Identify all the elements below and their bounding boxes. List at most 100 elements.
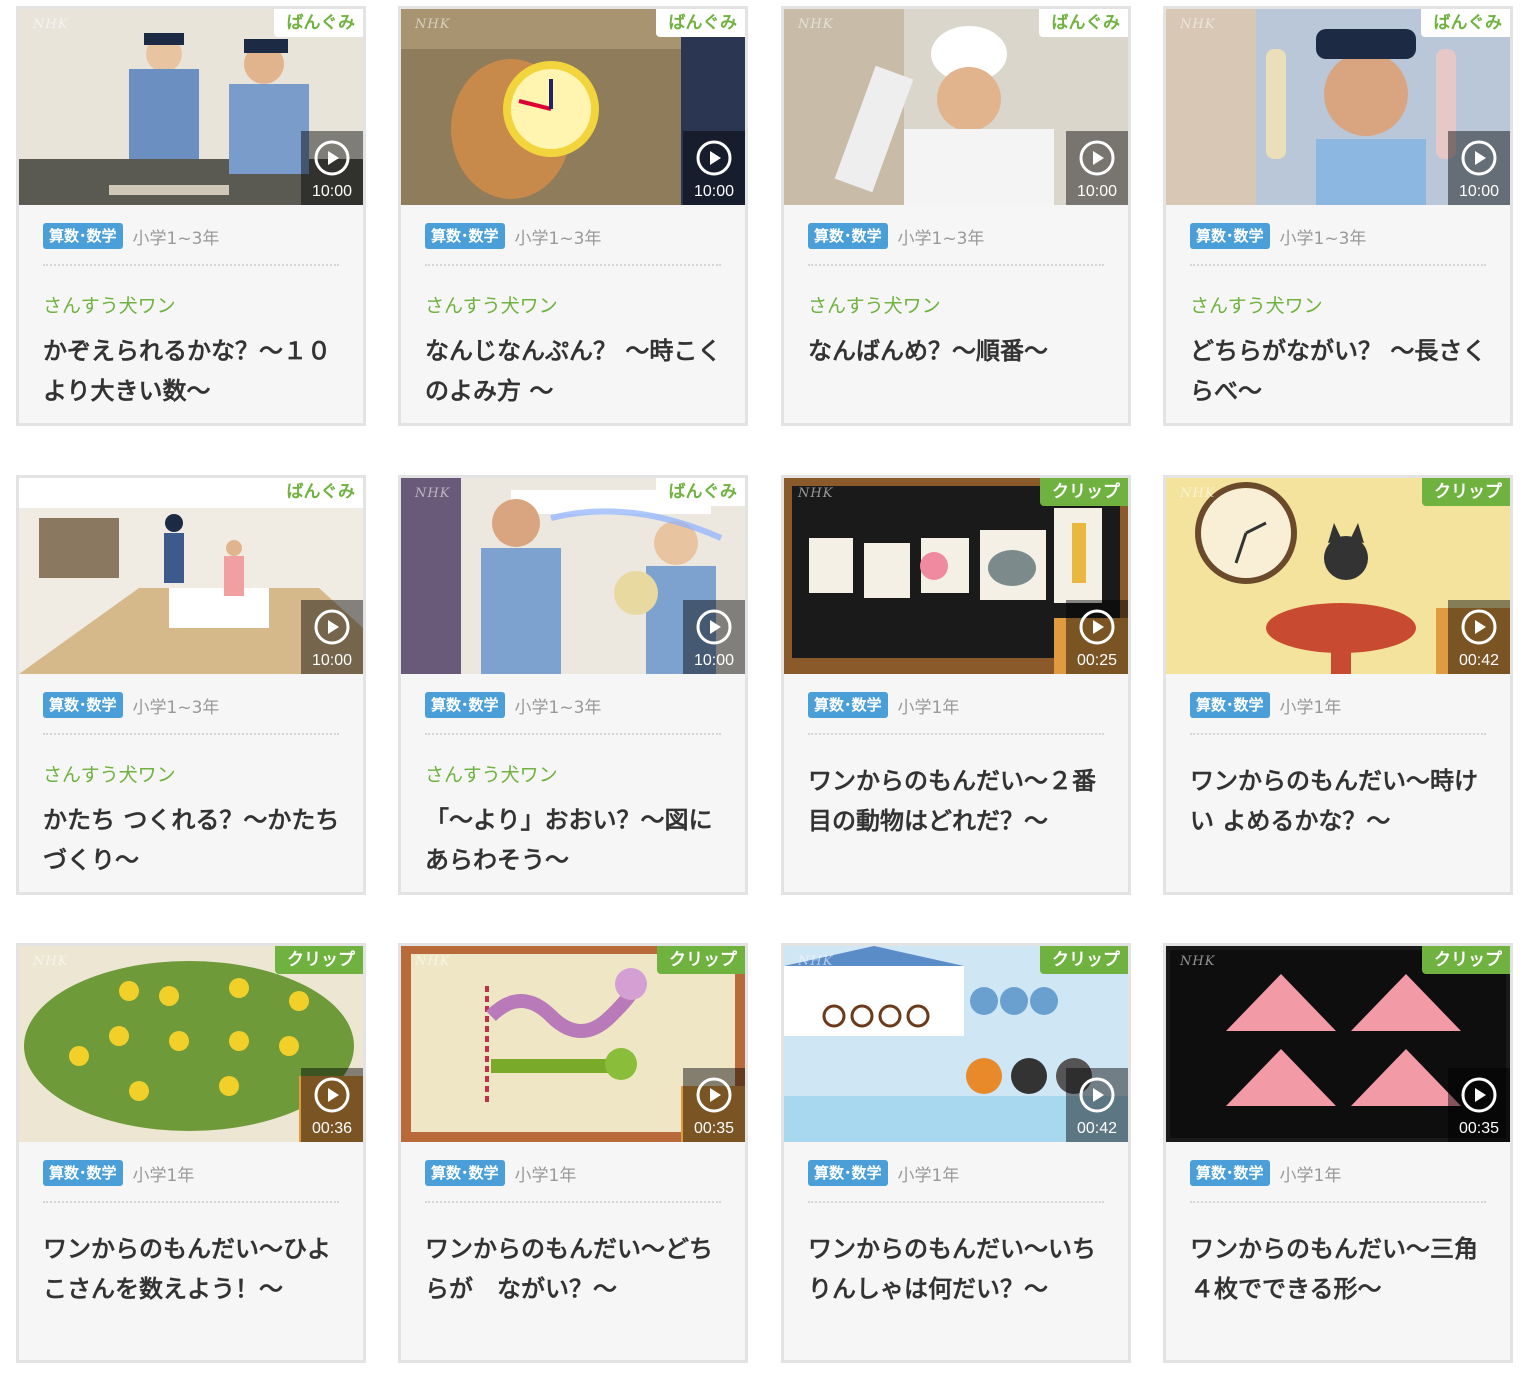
play-circle-icon	[696, 609, 732, 645]
video-card[interactable]: NHK ばんぐみ 10:00 算数･数学 小学1~3年 さんすう犬ワン なんばん…	[781, 6, 1131, 426]
video-title[interactable]: ワンからのもんだい〜時けい よめるかな？〜	[1190, 761, 1490, 841]
divider	[808, 264, 1104, 266]
video-card[interactable]: NHK クリップ 00:35 算数･数学 小学1年 ワンからのもんだい〜どちらが…	[398, 943, 748, 1363]
video-duration: 00:25	[1076, 652, 1118, 669]
series-title[interactable]: さんすう犬ワン	[43, 291, 176, 318]
grade-label: 小学1~3年	[132, 697, 220, 718]
play-circle-icon	[696, 1077, 732, 1113]
subject-tag[interactable]: 算数･数学	[425, 223, 505, 249]
video-thumbnail[interactable]: NHK ばんぐみ 10:00	[19, 9, 363, 205]
video-card[interactable]: NHK ばんぐみ 10:00 算数･数学 小学1~3年 さんすう犬ワン 「〜より…	[398, 475, 748, 895]
play-button[interactable]: 10:00	[301, 131, 363, 205]
nhk-logo: NHK	[1180, 954, 1216, 969]
grade-label: 小学1~3年	[514, 697, 602, 718]
video-thumbnail[interactable]: NHK ばんぐみ 10:00	[1166, 9, 1510, 205]
video-title[interactable]: ワンからのもんだい〜ひよこさんを数えよう！〜	[43, 1229, 343, 1309]
content-type-badge: クリップ	[657, 946, 745, 974]
video-duration: 00:35	[1458, 1120, 1500, 1137]
play-button[interactable]: 10:00	[1066, 131, 1128, 205]
video-title[interactable]: ワンからのもんだい〜三角４枚でできる形〜	[1190, 1229, 1490, 1309]
subject-tag[interactable]: 算数･数学	[1190, 223, 1270, 249]
subject-tag[interactable]: 算数･数学	[1190, 692, 1270, 718]
video-thumbnail[interactable]: NHK クリップ 00:35	[401, 946, 745, 1142]
play-button[interactable]: 10:00	[301, 600, 363, 674]
card-meta: 算数･数学 小学1年	[43, 1158, 194, 1188]
video-card[interactable]: NHK クリップ 00:25 算数･数学 小学1年 ワンからのもんだい〜２番目の…	[781, 475, 1131, 895]
play-button[interactable]: 10:00	[1448, 131, 1510, 205]
series-title[interactable]: さんすう犬ワン	[1190, 291, 1323, 318]
video-thumbnail[interactable]: NHK クリップ 00:36	[19, 946, 363, 1142]
video-title[interactable]: なんじなんぷん？ 〜時こくのよみ方 〜	[425, 331, 725, 411]
video-card[interactable]: NHK ばんぐみ 10:00 算数･数学 小学1~3年 さんすう犬ワン かぞえら…	[16, 6, 366, 426]
video-duration: 00:35	[693, 1120, 735, 1137]
nhk-logo: NHK	[33, 486, 69, 501]
video-thumbnail[interactable]: NHK ばんぐみ 10:00	[19, 478, 363, 674]
nhk-logo: NHK	[798, 486, 834, 501]
series-title[interactable]: さんすう犬ワン	[425, 291, 558, 318]
subject-tag[interactable]: 算数･数学	[425, 692, 505, 718]
play-button[interactable]: 00:42	[1066, 1068, 1128, 1142]
grade-label: 小学1年	[514, 1165, 577, 1186]
video-thumbnail[interactable]: NHK ばんぐみ 10:00	[401, 9, 745, 205]
video-thumbnail[interactable]: NHK クリップ 00:35	[1166, 946, 1510, 1142]
video-title[interactable]: ワンからのもんだい〜２番目の動物はどれだ？〜	[808, 761, 1108, 841]
play-button[interactable]: 00:35	[1448, 1068, 1510, 1142]
subject-tag[interactable]: 算数･数学	[43, 223, 123, 249]
series-title[interactable]: さんすう犬ワン	[808, 291, 941, 318]
video-card[interactable]: NHK ばんぐみ 10:00 算数･数学 小学1~3年 さんすう犬ワン なんじな…	[398, 6, 748, 426]
video-title[interactable]: どちらがながい？ 〜長さくらべ〜	[1190, 331, 1490, 411]
divider	[1190, 1201, 1486, 1203]
play-button[interactable]: 10:00	[683, 131, 745, 205]
video-thumbnail[interactable]: NHK クリップ 00:42	[1166, 478, 1510, 674]
video-card[interactable]: NHK クリップ 00:42 算数･数学 小学1年 ワンからのもんだい〜いちりん…	[781, 943, 1131, 1363]
video-title[interactable]: かたち つくれる？〜かたちづくり〜	[43, 800, 343, 880]
subject-tag[interactable]: 算数･数学	[808, 1160, 888, 1186]
play-circle-icon	[314, 140, 350, 176]
video-thumbnail[interactable]: NHK クリップ 00:25	[784, 478, 1128, 674]
subject-tag[interactable]: 算数･数学	[425, 1160, 505, 1186]
video-thumbnail[interactable]: NHK クリップ 00:42	[784, 946, 1128, 1142]
video-duration: 10:00	[1076, 183, 1118, 200]
video-thumbnail[interactable]: NHK ばんぐみ 10:00	[401, 478, 745, 674]
subject-tag[interactable]: 算数･数学	[43, 692, 123, 718]
divider	[808, 733, 1104, 735]
subject-tag[interactable]: 算数･数学	[1190, 1160, 1270, 1186]
card-meta: 算数･数学 小学1年	[808, 690, 959, 720]
subject-tag[interactable]: 算数･数学	[43, 1160, 123, 1186]
video-card[interactable]: NHK ばんぐみ 10:00 算数･数学 小学1~3年 さんすう犬ワン どちらが…	[1163, 6, 1513, 426]
video-title[interactable]: 「〜より」おおい？〜図にあらわそう〜	[425, 800, 725, 880]
play-button[interactable]: 00:35	[683, 1068, 745, 1142]
divider	[1190, 733, 1486, 735]
nhk-logo: NHK	[415, 954, 451, 969]
subject-tag[interactable]: 算数･数学	[808, 692, 888, 718]
video-card[interactable]: NHK クリップ 00:35 算数･数学 小学1年 ワンからのもんだい〜三角４枚…	[1163, 943, 1513, 1363]
video-title[interactable]: ワンからのもんだい〜どちらが ながい？〜	[425, 1229, 725, 1309]
card-meta: 算数･数学 小学1~3年	[43, 221, 219, 251]
series-title[interactable]: さんすう犬ワン	[43, 760, 176, 787]
play-button[interactable]: 00:42	[1448, 600, 1510, 674]
play-button[interactable]: 00:25	[1066, 600, 1128, 674]
video-title[interactable]: かぞえられるかな？〜１０より大きい数〜	[43, 331, 343, 411]
video-card[interactable]: NHK クリップ 00:42 算数･数学 小学1年 ワンからのもんだい〜時けい …	[1163, 475, 1513, 895]
video-title[interactable]: ワンからのもんだい〜いちりんしゃは何だい？〜	[808, 1229, 1108, 1309]
card-meta: 算数･数学 小学1~3年	[808, 221, 984, 251]
video-thumbnail[interactable]: NHK ばんぐみ 10:00	[784, 9, 1128, 205]
video-card[interactable]: NHK ばんぐみ 10:00 算数･数学 小学1~3年 さんすう犬ワン かたち …	[16, 475, 366, 895]
content-type-badge: クリップ	[1040, 478, 1128, 506]
video-title[interactable]: なんばんめ？〜順番〜	[808, 331, 1108, 371]
nhk-logo: NHK	[33, 954, 69, 969]
divider	[43, 264, 339, 266]
divider	[425, 264, 721, 266]
series-title[interactable]: さんすう犬ワン	[425, 760, 558, 787]
video-card[interactable]: NHK クリップ 00:36 算数･数学 小学1年 ワンからのもんだい〜ひよこさ…	[16, 943, 366, 1363]
play-circle-icon	[314, 1077, 350, 1113]
content-type-badge: クリップ	[1040, 946, 1128, 974]
nhk-logo: NHK	[1180, 486, 1216, 501]
video-duration: 10:00	[693, 652, 735, 669]
play-button[interactable]: 10:00	[683, 600, 745, 674]
play-button[interactable]: 00:36	[301, 1068, 363, 1142]
content-type-badge: ばんぐみ	[656, 478, 745, 506]
nhk-logo: NHK	[415, 17, 451, 32]
video-duration: 10:00	[1458, 183, 1500, 200]
subject-tag[interactable]: 算数･数学	[808, 223, 888, 249]
